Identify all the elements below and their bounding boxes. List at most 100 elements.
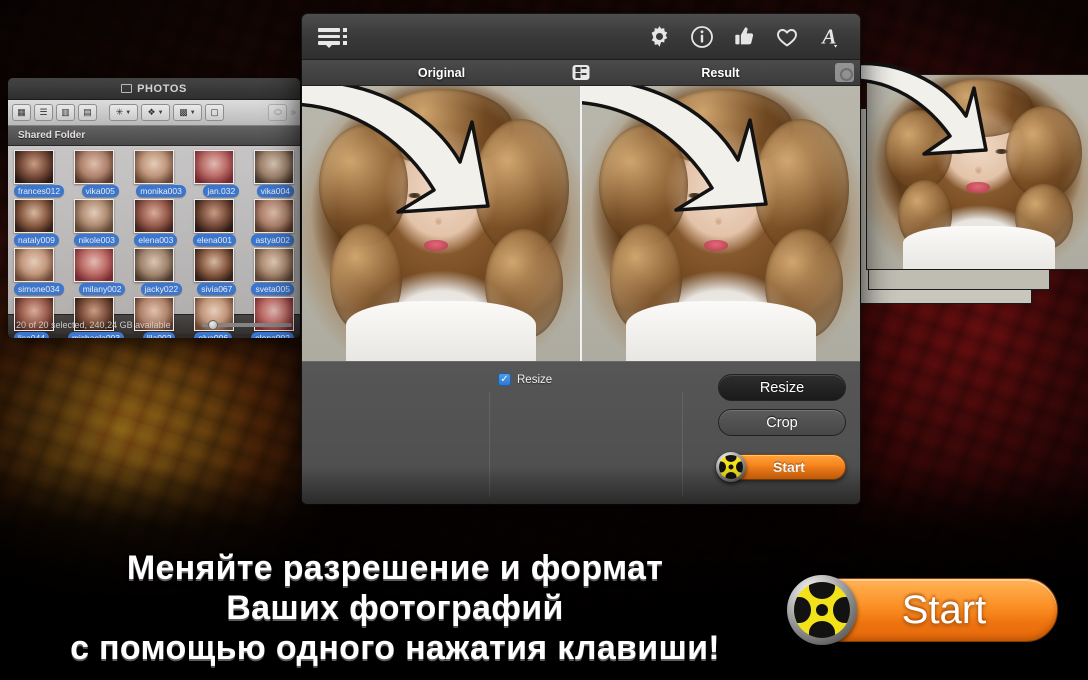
photo-thumbnail[interactable] [74,150,114,184]
photo-label[interactable]: astya002 [251,234,294,246]
thumbnail-face [15,200,53,232]
promo-start-button[interactable]: Start [787,575,1058,645]
original-preview-pane[interactable] [302,86,582,361]
dropbox-icon[interactable]: ❖ ▼ [141,104,170,121]
photos-status-text: 20 of 20 selected, 240,24 GB available [16,319,171,330]
thumbnail-face [135,249,173,281]
photo-label[interactable]: monika003 [136,185,186,197]
promo-banner-text: Меняйте разрешение и формат Ваших фотогр… [0,546,790,668]
resize-checkbox-row[interactable]: ✓ Resize [498,373,552,386]
promo-banner: Меняйте разрешение и формат Ваших фотогр… [0,546,1088,672]
photo-thumbnail[interactable] [134,199,174,233]
original-label: Original [417,65,466,80]
gear-icon[interactable] [647,24,672,49]
heart-icon[interactable] [775,25,799,49]
thumbnail-images [14,199,294,233]
crop-button[interactable]: Crop [718,409,846,436]
photo-label[interactable]: elena003 [134,234,178,246]
radiation-icon [787,575,857,645]
titlebar-icon-group[interactable]: A [647,23,844,50]
split-view-icon[interactable] [572,65,590,80]
info-icon[interactable] [690,25,714,49]
options-panel[interactable]: ✓ Resize Scale by: Percentage Width: [302,361,860,504]
start-button[interactable]: Start [716,452,846,482]
thumbnail-grid[interactable]: frances012 vika005 monika003 jan.032 vika004… [8,146,300,338]
photo-label[interactable]: sivia067 [197,283,237,295]
photos-toolbar[interactable]: ▦ ☰ ▥ ▤ ✳ ▼ ❖ ▼ ▩ ▼ ▢ ⬭ » [8,100,300,126]
resize-button[interactable]: Resize [718,374,846,401]
photos-titlebar: PHOTOS [8,78,300,100]
font-icon[interactable]: A [817,23,844,50]
thumbnail-face [255,249,293,281]
grid-view-icon[interactable]: ▦ [12,104,31,121]
shared-folder-label: Shared Folder [18,130,86,141]
photo-label[interactable]: frances012 [14,185,65,197]
mode-button-group[interactable]: Resize Crop Start [716,374,846,482]
preview-header-bar: Original Result [302,60,860,86]
photo-thumbnail[interactable] [14,150,54,184]
thumbnail-face [75,151,113,183]
thumbnail-row: simone034 milany002 jacky022 sivia067 sveta0… [14,248,294,295]
portrait-photo-right [867,75,1088,269]
promo-line-3: с помощью одного нажатия клавиши! [70,629,720,667]
chevron-right-icon[interactable]: » [290,107,296,118]
radiation-icon [716,452,746,482]
photo-label[interactable]: sveta005 [251,283,294,295]
result-label: Result [701,65,740,80]
thumbnail-face [75,249,113,281]
result-preview-pane[interactable] [582,86,860,361]
photo-label[interactable]: elena002 [251,332,294,338]
list-view-icon[interactable]: ☰ [34,104,53,121]
photo-label[interactable]: nikole003 [74,234,119,246]
thumbnail-face [15,249,53,281]
resize-checkbox[interactable]: ✓ [498,373,511,386]
photo-label[interactable]: simone034 [14,283,64,295]
hamburger-menu-icon[interactable] [318,28,347,48]
zoom-slider-knob[interactable] [208,319,218,330]
photo-label[interactable]: lila002 [142,332,176,338]
photos-title: PHOTOS [137,82,187,95]
thumbnail-zoom-slider[interactable] [202,319,292,330]
photo-label[interactable]: lisa044 [14,332,49,338]
thumbnail-face [195,200,233,232]
photo-label[interactable]: olya006 [194,332,233,338]
coverflow-view-icon[interactable]: ▤ [78,104,97,121]
photo-thumbnail[interactable] [254,199,294,233]
photo-thumbnail[interactable] [74,248,114,282]
gear-icon[interactable]: ✳ ▼ [109,104,138,121]
floating-preview-stack [850,61,1088,324]
checkmark-icon: ✓ [500,373,509,385]
photo-label[interactable]: vika004 [256,185,294,197]
photo-thumbnail[interactable] [14,199,54,233]
photo-thumbnail[interactable] [14,248,54,282]
action-icon[interactable]: ▢ [205,104,224,121]
photo-thumbnail[interactable] [194,199,234,233]
preview-area [302,86,860,361]
photo-label[interactable]: jacky022 [140,283,183,295]
photo-thumbnail[interactable] [74,199,114,233]
share-icon[interactable]: ⬭ [268,104,288,121]
main-application-window[interactable]: A Original Result ✓ Resize Resize Crop S… [302,14,860,504]
photo-thumbnail[interactable] [134,150,174,184]
photo-label[interactable]: nataly009 [14,234,59,246]
photo-thumbnail[interactable] [134,248,174,282]
photo-label[interactable]: michaela003 [67,332,125,338]
photos-library-icon [121,84,133,93]
photo-thumbnail[interactable] [194,248,234,282]
thumbnail-images [14,248,294,282]
column-view-icon[interactable]: ▥ [56,104,75,121]
photos-browser-window[interactable]: PHOTOS ▦ ☰ ▥ ▤ ✳ ▼ ❖ ▼ ▩ ▼ ▢ ⬭ » Shared Fol… [8,78,300,338]
thumbnail-face [15,151,53,183]
photo-label[interactable]: jan.032 [203,185,240,197]
photo-thumbnail[interactable] [254,150,294,184]
photo-thumbnail[interactable] [254,248,294,282]
options-group-box [489,392,683,497]
photo-label[interactable]: vika005 [81,185,119,197]
photo-thumbnail[interactable] [194,150,234,184]
arrange-icon[interactable]: ▩ ▼ [173,104,202,121]
photo-label[interactable]: elena001 [192,234,236,246]
photo-label[interactable]: milany002 [78,283,126,295]
thumbs-up-icon[interactable] [732,24,757,49]
camera-icon[interactable] [835,63,854,82]
thumbnail-face [135,151,173,183]
